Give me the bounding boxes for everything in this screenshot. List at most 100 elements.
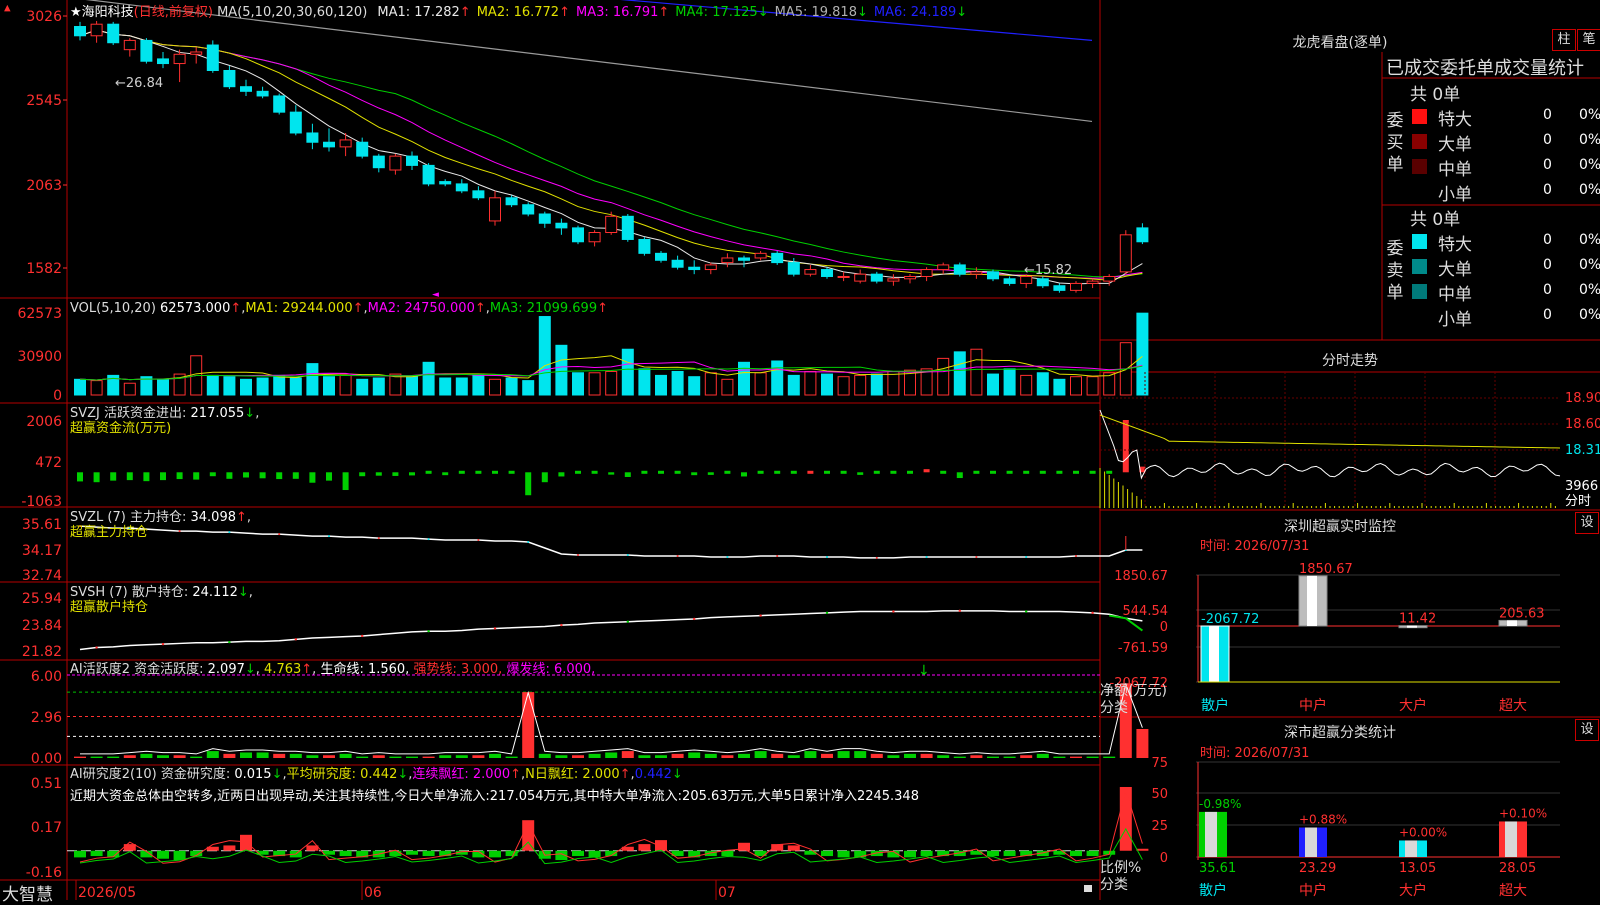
- volume-bar: [1053, 378, 1066, 396]
- star-icon[interactable]: ★: [70, 5, 82, 20]
- vol-header-part: ↑: [353, 301, 364, 316]
- candle-body: [953, 264, 966, 275]
- ai2-bar: [74, 850, 86, 858]
- ai1-bar: [223, 753, 236, 758]
- svsh-subtitle: 超赢散户持仓: [70, 599, 148, 615]
- candle-body: [356, 141, 369, 157]
- price-low-annotation: ←15.82: [1024, 263, 1072, 278]
- monitor-settings-button[interactable]: 设: [1575, 512, 1599, 534]
- volume-bar: [372, 377, 385, 396]
- intraday-vol-tick: 3966: [1565, 479, 1598, 494]
- volume-bar: [1070, 376, 1082, 396]
- classify-time: 时间: 2026/07/31: [1200, 746, 1310, 761]
- ai2-bar: [1136, 848, 1149, 851]
- ai2-header-part: 平均研究度: 0.442: [287, 766, 398, 782]
- classify-value-label: 23.29: [1299, 861, 1336, 876]
- main-chart-canvas[interactable]: 3026 2545 2063 1582 ←26.84 ←15.82 ◄ 62573 30900 0…: [0, 0, 1600, 900]
- svzl-marker: [278, 533, 281, 536]
- volume-bar: [821, 373, 833, 396]
- classify-axis-tick: 75: [1151, 756, 1168, 771]
- svzj-bar: [691, 472, 698, 476]
- candle-body: [605, 215, 618, 234]
- ai2-bar: [422, 850, 435, 857]
- ai1-bar: [273, 753, 286, 758]
- monitor-axis-tick: 544.54: [1123, 604, 1169, 619]
- candle-body: [1003, 278, 1016, 284]
- ai1-bar: [704, 753, 717, 758]
- volume-bar: [688, 376, 701, 396]
- svzj-bar: [1023, 470, 1030, 474]
- svzj-bar: [923, 469, 930, 473]
- ai1-bar: [953, 756, 966, 758]
- ai2-bar: [240, 834, 252, 851]
- ma-params[interactable]: MA(5,10,20,30,60,120): [217, 5, 367, 20]
- period-mode[interactable]: (日线,前复权): [134, 5, 213, 20]
- candle-body: [970, 271, 983, 275]
- ai2-bar: [223, 845, 236, 851]
- svzj-bar: [1122, 420, 1129, 473]
- ma1-line: [79, 29, 1143, 285]
- intraday-price-tick: 18.90: [1565, 391, 1600, 406]
- ma-value-5: MA5: 19.818↓: [774, 5, 868, 20]
- classify-category-label: 超大: [1499, 883, 1527, 899]
- brand-label[interactable]: 大智慧: [2, 880, 53, 905]
- svzl-marker: [328, 535, 330, 538]
- classify-settings-button[interactable]: 设: [1575, 719, 1599, 741]
- vol-header-part: VOL(5,10,20): [70, 301, 156, 316]
- candle-body: [787, 262, 800, 275]
- ai1-bar: [970, 755, 983, 758]
- candle-body: [406, 155, 418, 166]
- collapse-icon[interactable]: ▲: [4, 1, 24, 17]
- order-size-label: 大单: [1438, 135, 1472, 155]
- order-count: 0: [1543, 182, 1552, 198]
- ai2-bar: [157, 850, 169, 859]
- stock-name[interactable]: 海阳科技: [82, 5, 134, 20]
- svsh-marker: [958, 609, 961, 613]
- ai2-header-part: N日飘红: 2.000: [525, 766, 619, 782]
- candle-body: [987, 271, 999, 280]
- volume-bar: [256, 377, 269, 396]
- intraday-title: 分时走势: [1322, 353, 1378, 369]
- volume-bar: [1086, 376, 1099, 396]
- volume-bar: [953, 351, 966, 396]
- ai1-bar: [206, 751, 219, 758]
- ai1-bar: [1086, 756, 1099, 758]
- order-percent: 0%: [1579, 157, 1600, 173]
- volume-bar: [787, 374, 800, 396]
- svzl-marker: [776, 554, 779, 557]
- candle-body: [937, 264, 950, 271]
- classify-bar-highlight: [1505, 821, 1517, 857]
- volume-bar: [754, 372, 767, 396]
- intraday-avg-line: [1099, 414, 1561, 449]
- ai1-axis-tick: 0.00: [31, 751, 62, 767]
- svzj-bar: [824, 470, 830, 474]
- ai1-axis-tick: 6.00: [31, 669, 62, 685]
- volume-bar: [804, 370, 817, 396]
- ai1-bar: [987, 756, 999, 758]
- volume-bar: [206, 374, 219, 396]
- candle-body: [190, 51, 203, 55]
- volume-bar: [489, 378, 501, 396]
- ai1-bar: [157, 755, 169, 758]
- ai2-bar: [987, 850, 999, 857]
- ma-value-4: MA4: 17.125↓: [675, 5, 769, 20]
- ai2-bar: [123, 844, 136, 851]
- bar-mode-button[interactable]: 柱: [1552, 29, 1576, 51]
- ai1-bar: [837, 751, 850, 758]
- monitor-title: 深圳超赢实时监控: [1284, 519, 1396, 535]
- vol-header-part: 62573.000: [156, 301, 230, 316]
- svzj-bar: [608, 472, 615, 475]
- ai1-bar: [854, 751, 867, 758]
- svzj-bar: [143, 472, 150, 482]
- volume-bar: [323, 376, 335, 396]
- ma-arrow-icon: ↑: [658, 5, 670, 20]
- svsh-marker: [1091, 611, 1094, 615]
- ai1-bar: [920, 753, 933, 758]
- ai2-bar: [173, 850, 186, 861]
- vol-header-part: MA3: 21099.699: [490, 301, 597, 316]
- ai1-bar: [389, 756, 402, 758]
- tick-mode-button[interactable]: 笔: [1577, 29, 1600, 51]
- classify-change-label: -0.98%: [1199, 797, 1241, 811]
- volume-bar: [455, 377, 468, 396]
- svzl-header-part: 34.098: [191, 510, 237, 525]
